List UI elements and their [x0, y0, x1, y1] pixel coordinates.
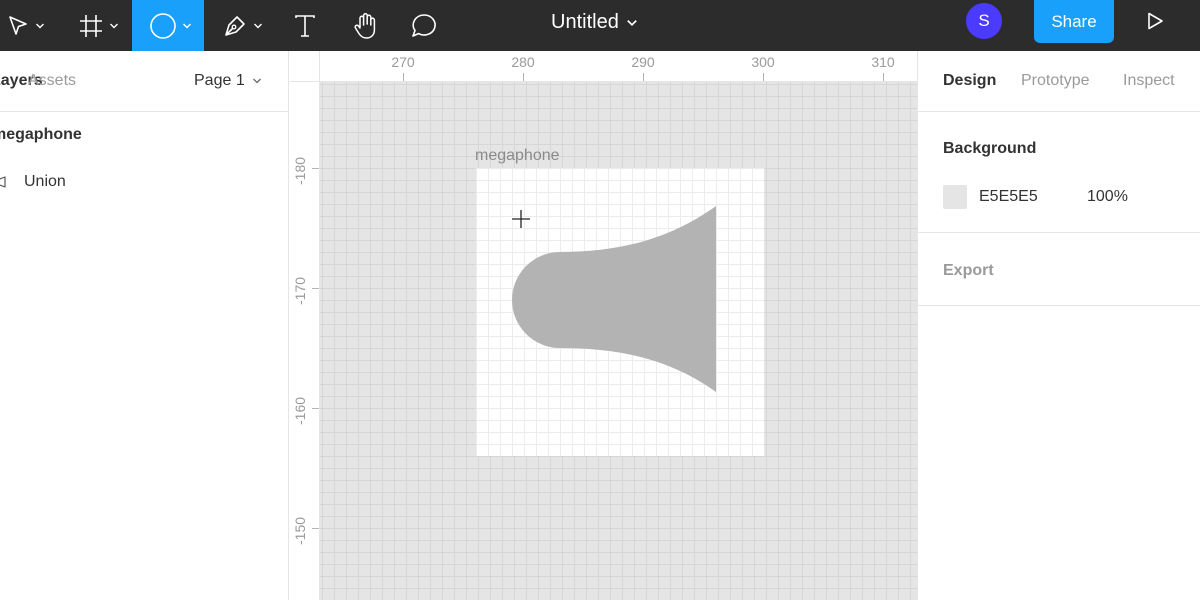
megaphone-frame[interactable] — [476, 168, 764, 456]
layers-panel: Layers Assets Page 1 megaphone Union — [0, 51, 289, 600]
page-selector-label: Page 1 — [194, 72, 245, 89]
ruler-label: 310 — [871, 54, 895, 70]
ruler-tick — [763, 73, 764, 81]
comment-tool[interactable] — [410, 0, 440, 51]
background-opacity-input[interactable]: 100% — [1087, 188, 1128, 206]
background-hex-input[interactable]: E5E5E5 — [979, 188, 1038, 206]
ruler-tick — [312, 528, 319, 529]
ruler-label: 280 — [511, 54, 535, 70]
move-tool[interactable] — [6, 0, 60, 51]
canvas[interactable]: megaphone — [320, 82, 917, 600]
ruler-tick — [883, 73, 884, 81]
chevron-down-icon[interactable] — [35, 21, 45, 31]
file-title: Untitled — [551, 11, 619, 33]
ruler-label: -170 — [292, 276, 308, 305]
background-section: Background E5E5E5 100% — [918, 112, 1200, 233]
frame-tool[interactable] — [78, 0, 132, 51]
megaphone-icon — [0, 176, 6, 188]
chevron-down-icon[interactable] — [109, 21, 119, 31]
text-tool[interactable] — [293, 0, 319, 51]
ruler-tick — [312, 288, 319, 289]
tab-prototype[interactable]: Prototype — [1021, 72, 1089, 90]
ruler-tick — [312, 408, 319, 409]
hand-icon — [354, 12, 376, 39]
tab-inspect[interactable]: Inspect — [1123, 72, 1175, 90]
share-button[interactable]: Share — [1034, 0, 1114, 43]
ruler-tick — [523, 73, 524, 81]
export-section[interactable]: Export — [918, 233, 1200, 306]
ellipse-tool[interactable] — [132, 0, 204, 51]
comment-icon — [412, 13, 436, 37]
background-color-swatch[interactable] — [943, 185, 967, 209]
pen-icon — [225, 15, 245, 36]
layer-item-label: Union — [24, 173, 66, 190]
tab-design[interactable]: Design — [943, 72, 996, 90]
chevron-down-icon — [252, 78, 261, 84]
toolbar: Untitled S Share — [0, 0, 1200, 51]
crosshair-icon — [512, 210, 530, 228]
properties-panel: Design Prototype Inspect Background E5E5… — [917, 51, 1200, 600]
file-title-menu[interactable]: Untitled — [551, 0, 638, 45]
text-icon — [295, 14, 315, 37]
chevron-down-icon — [627, 19, 637, 26]
avatar-initial: S — [978, 11, 990, 30]
horizontal-ruler: 270 280 290 300 310 — [290, 51, 917, 82]
ruler-tick — [643, 73, 644, 81]
chevron-down-icon[interactable] — [182, 21, 192, 31]
frame-label[interactable]: megaphone — [475, 147, 560, 165]
hand-tool[interactable] — [352, 0, 382, 51]
ruler-label: -180 — [292, 156, 308, 185]
move-cursor-icon — [9, 15, 27, 35]
left-panel-tabs: Layers Assets Page 1 — [0, 51, 288, 112]
page-selector[interactable]: Page 1 — [194, 72, 262, 90]
ruler-label: 270 — [391, 54, 415, 70]
chevron-down-icon[interactable] — [253, 21, 263, 31]
ruler-tick — [403, 73, 404, 81]
pen-tool[interactable] — [222, 0, 272, 51]
ruler-label: 300 — [751, 54, 775, 70]
export-title: Export — [943, 262, 994, 279]
background-title: Background — [943, 140, 1037, 157]
ellipse-icon — [150, 12, 176, 39]
ruler-label: -160 — [292, 396, 308, 425]
ruler-corner — [290, 51, 320, 82]
tab-assets[interactable]: Assets — [28, 72, 76, 90]
user-avatar[interactable]: S — [966, 3, 1002, 39]
frame-icon — [80, 14, 102, 37]
right-panel-tabs: Design Prototype Inspect — [918, 51, 1200, 112]
layer-item-megaphone[interactable]: megaphone — [0, 126, 82, 144]
present-play-icon[interactable] — [1145, 11, 1165, 31]
ruler-label: -150 — [292, 516, 308, 545]
ruler-label: 290 — [631, 54, 655, 70]
ruler-tick — [312, 168, 319, 169]
vertical-ruler: -180 -170 -160 -150 — [290, 82, 320, 600]
